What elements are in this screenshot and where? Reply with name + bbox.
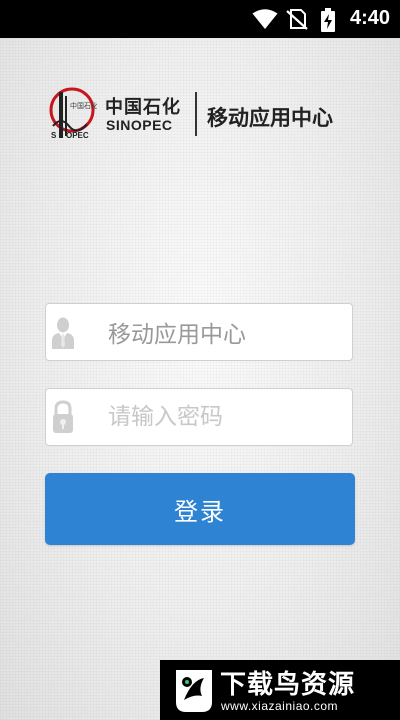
watermark-bird-logo-icon	[176, 670, 212, 712]
svg-text:S: S	[51, 131, 57, 140]
company-name-cn: 中国石化	[105, 97, 181, 118]
lock-icon	[53, 400, 73, 433]
svg-text:OPEC: OPEC	[66, 131, 89, 140]
username-input[interactable]	[108, 314, 338, 350]
username-field[interactable]	[45, 303, 353, 361]
no-sim-icon	[286, 9, 308, 30]
battery-charging-icon	[321, 8, 335, 32]
watermark-banner: 下载鸟资源 www.xiazainiao.com	[160, 660, 400, 720]
watermark-url: www.xiazainiao.com	[221, 699, 339, 713]
company-name-en: SINOPEC	[106, 117, 173, 133]
header-divider	[195, 92, 197, 136]
password-field[interactable]	[45, 388, 353, 446]
wifi-icon	[252, 9, 278, 29]
password-input[interactable]	[108, 399, 338, 435]
sinopec-logo-icon: 中国石化 S OPEC	[49, 87, 97, 140]
user-icon	[52, 317, 74, 349]
svg-text:中国石化: 中国石化	[70, 101, 97, 110]
app-header: 中国石化 S OPEC 中国石化 SINOPEC 移动应用中心	[45, 86, 365, 146]
status-bar: 4:40	[0, 0, 400, 38]
app-title: 移动应用中心	[207, 106, 333, 130]
login-button[interactable]: 登录	[45, 473, 355, 545]
watermark-title: 下载鸟资源	[220, 670, 356, 700]
status-time: 4:40	[349, 7, 390, 29]
